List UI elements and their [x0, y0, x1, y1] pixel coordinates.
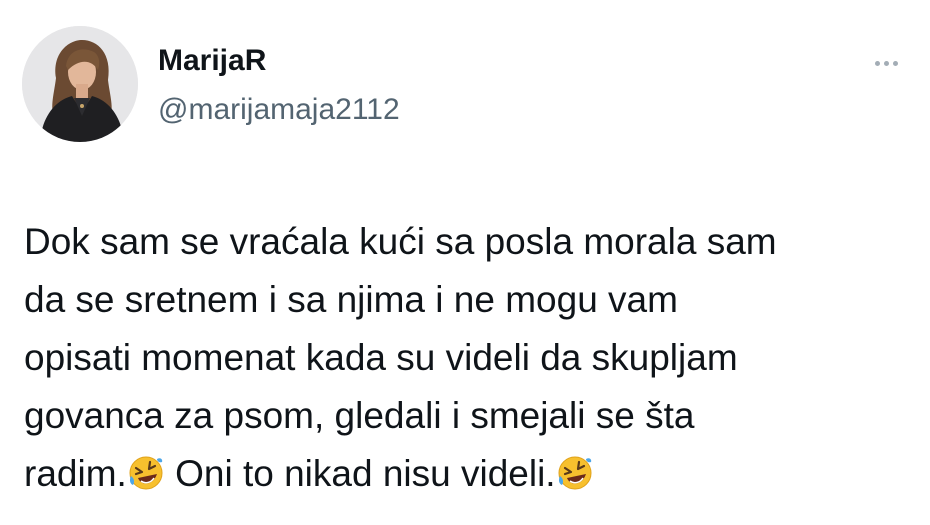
tweet-text-segment: Oni to nikad nisu videli. [164, 453, 556, 494]
more-options-icon [874, 60, 880, 66]
tweet-text-line: govanca za psom, gledali i smejali se št… [24, 395, 695, 436]
more-options-button[interactable] [866, 52, 906, 74]
tweet-text-line: Dok sam se vraćala kući sa posla morala … [24, 221, 777, 262]
author-display-name[interactable]: MarijaR [158, 44, 266, 78]
tweet-body: Dok sam se vraćala kući sa posla morala … [24, 213, 914, 503]
tweet-text-segment: radim. [24, 453, 127, 494]
more-options-icon [892, 60, 898, 66]
profile-photo-avatar-icon [22, 26, 138, 142]
more-options-icon [883, 60, 889, 66]
tweet-text-line: opisati momenat kada su videli da skuplj… [24, 337, 738, 378]
rolling-on-floor-laughing-emoji-icon [556, 454, 594, 492]
avatar[interactable] [22, 26, 138, 142]
tweet-text-line: da se sretnem i sa njima i ne mogu vam [24, 279, 678, 320]
tweet-card: MarijaR @marijamaja2112 Dok sam se vraća… [0, 0, 930, 525]
author-handle[interactable]: @marijamaja2112 [158, 93, 400, 127]
rolling-on-floor-laughing-emoji-icon [127, 454, 165, 492]
tweet-text-line-last: radim. Oni to nikad nisu videli. [24, 445, 914, 503]
